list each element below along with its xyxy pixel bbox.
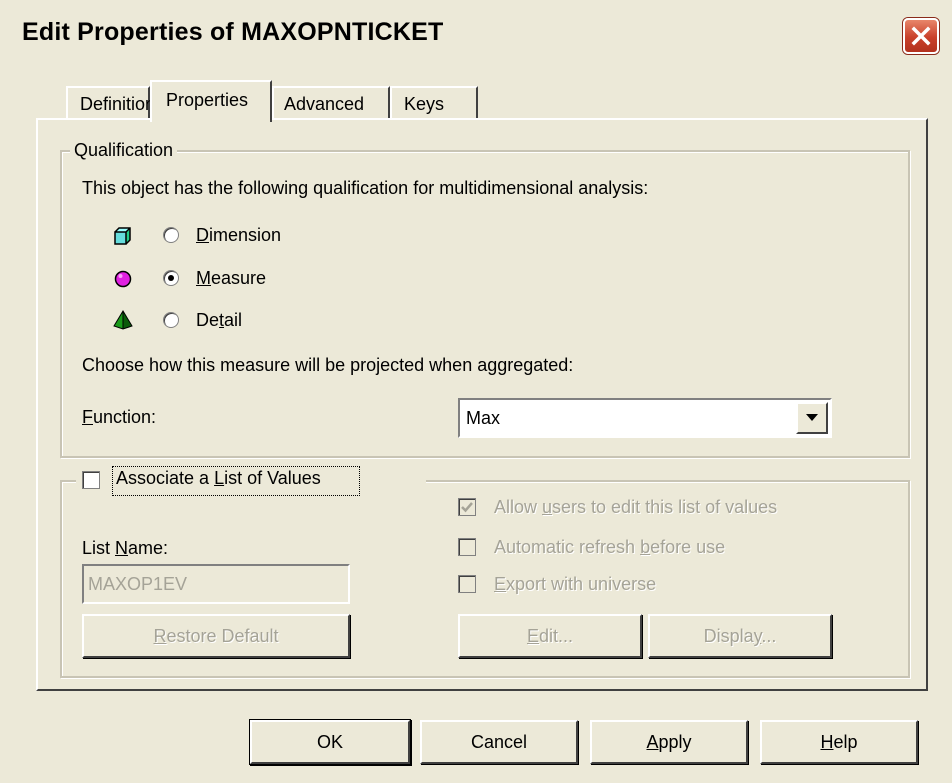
qualification-legend: Qualification bbox=[70, 140, 178, 161]
export-universe-label[interactable]: Export with universe bbox=[494, 574, 656, 595]
function-label: Function: bbox=[82, 407, 157, 427]
dimension-radio[interactable] bbox=[163, 227, 179, 243]
edit-lov-button[interactable]: Edit... bbox=[458, 614, 642, 658]
apply-button[interactable]: Apply bbox=[590, 720, 748, 764]
tab-keys[interactable]: Keys bbox=[390, 86, 478, 118]
auto-refresh-checkbox[interactable] bbox=[458, 538, 476, 556]
dimension-label[interactable]: Dimension bbox=[196, 225, 281, 246]
measure-sphere-icon bbox=[114, 270, 132, 288]
function-dropdown-button[interactable] bbox=[796, 402, 828, 434]
tab-definition[interactable]: Definition bbox=[66, 86, 155, 118]
ok-button[interactable]: OK bbox=[250, 720, 410, 764]
function-select-value: Max bbox=[466, 408, 501, 428]
allow-edit-checkbox[interactable] bbox=[458, 498, 476, 516]
chevron-down-icon bbox=[806, 414, 818, 421]
list-name-label: List Name: bbox=[82, 538, 169, 558]
close-icon bbox=[911, 26, 931, 46]
associate-lov-label[interactable]: Associate a List of Values bbox=[116, 468, 321, 489]
cancel-button[interactable]: Cancel bbox=[420, 720, 578, 764]
detail-label[interactable]: Detail bbox=[196, 310, 242, 331]
export-universe-checkbox[interactable] bbox=[458, 575, 476, 593]
associate-lov-checkbox[interactable] bbox=[82, 471, 100, 489]
checkmark-icon bbox=[461, 502, 473, 513]
function-select[interactable]: Max bbox=[458, 398, 832, 438]
help-button[interactable]: Help bbox=[760, 720, 918, 764]
measure-radio[interactable] bbox=[163, 270, 179, 286]
allow-edit-label[interactable]: Allow users to edit this list of values bbox=[494, 497, 777, 518]
display-lov-button[interactable]: Display... bbox=[648, 614, 832, 658]
close-button[interactable] bbox=[903, 18, 939, 54]
restore-default-button[interactable]: Restore Default bbox=[82, 614, 350, 658]
dimension-cube-icon bbox=[114, 227, 131, 245]
qualification-description: This object has the following qualificat… bbox=[82, 178, 649, 198]
tab-properties[interactable]: Properties bbox=[150, 80, 272, 122]
list-name-input[interactable]: MAXOP1EV bbox=[82, 564, 350, 604]
projection-description: Choose how this measure will be projecte… bbox=[82, 355, 574, 375]
measure-label[interactable]: Measure bbox=[196, 268, 266, 289]
detail-radio[interactable] bbox=[163, 312, 179, 328]
window-title: Edit Properties of MAXOPNTICKET bbox=[22, 18, 444, 46]
detail-pyramid-icon bbox=[113, 310, 133, 330]
title-bar: Edit Properties of MAXOPNTICKET bbox=[0, 0, 952, 68]
auto-refresh-label[interactable]: Automatic refresh before use bbox=[494, 537, 725, 558]
tab-advanced[interactable]: Advanced bbox=[272, 86, 390, 118]
